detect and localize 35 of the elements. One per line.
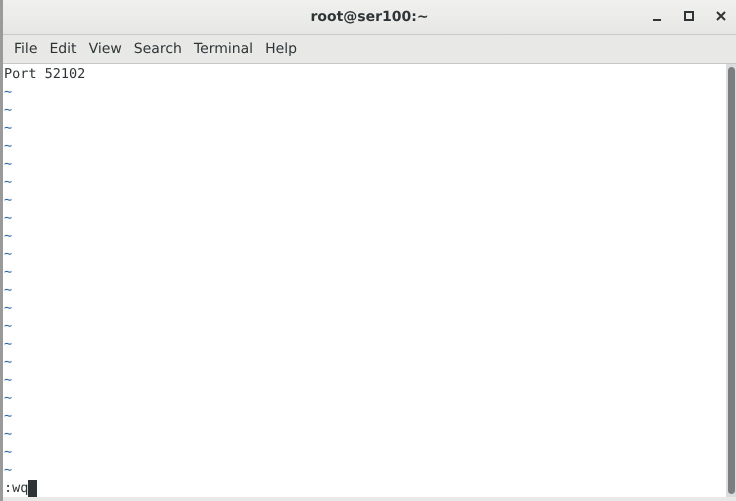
tilde-marker: ~ — [4, 318, 12, 334]
tilde-marker: ~ — [4, 390, 12, 406]
menu-item[interactable]: Search — [128, 39, 189, 59]
menu-item[interactable]: Terminal — [188, 39, 260, 59]
tilde-marker: ~ — [4, 246, 12, 262]
tilde-marker: ~ — [4, 156, 12, 172]
tilde-marker: ~ — [4, 336, 12, 352]
tilde-marker: ~ — [4, 228, 12, 244]
tilde-marker: ~ — [4, 192, 12, 208]
tilde-marker: ~ — [4, 138, 12, 154]
command-line: :wq — [4, 479, 28, 497]
terminal-line: Port 52102 — [4, 65, 86, 83]
menu-item[interactable]: File — [9, 39, 44, 59]
tilde-marker: ~ — [4, 462, 12, 478]
tilde-marker: ~ — [4, 210, 12, 226]
tilde-marker: ~ — [4, 300, 12, 316]
tilde-marker: ~ — [4, 354, 12, 370]
text-cursor — [28, 480, 38, 496]
menu-item[interactable]: Help — [260, 39, 304, 59]
window-title: root@ser100:~ — [310, 9, 429, 25]
tilde-marker: ~ — [4, 84, 12, 100]
tilde-marker: ~ — [4, 282, 12, 298]
tilde-marker: ~ — [4, 426, 12, 442]
scrollbar-thumb[interactable] — [728, 67, 734, 494]
menu-item[interactable]: Edit — [44, 39, 84, 59]
close-icon[interactable] — [714, 9, 728, 23]
tilde-marker: ~ — [4, 444, 12, 460]
tilde-marker: ~ — [4, 102, 12, 118]
maximize-icon[interactable] — [682, 9, 696, 23]
tilde-marker: ~ — [4, 120, 12, 136]
tilde-marker: ~ — [4, 372, 12, 388]
menu-item[interactable]: View — [84, 39, 129, 59]
tilde-marker: ~ — [4, 174, 12, 190]
tilde-marker: ~ — [4, 408, 12, 424]
tilde-marker: ~ — [4, 264, 12, 280]
